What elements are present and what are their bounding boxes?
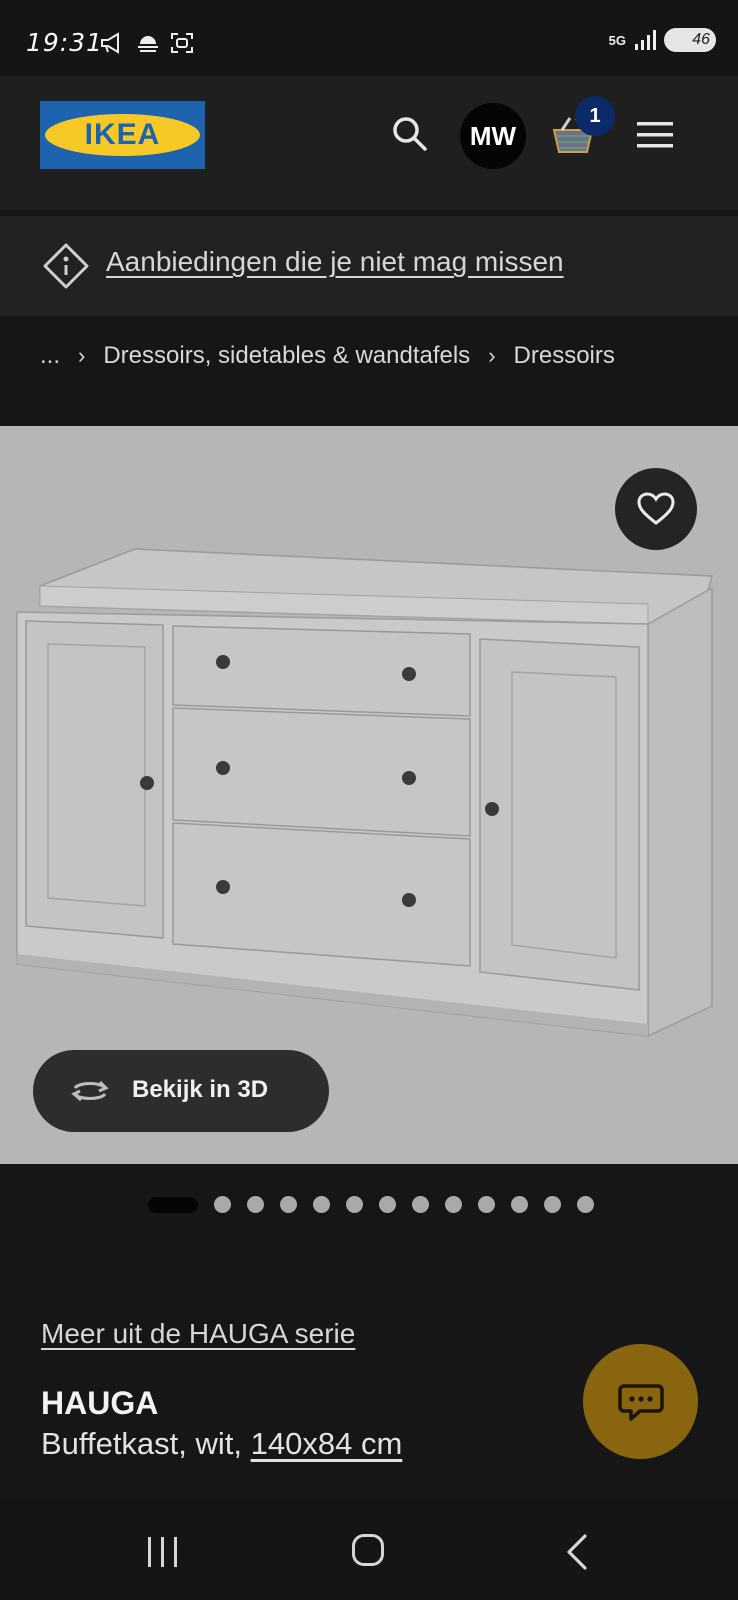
battery-indicator: 46 bbox=[664, 28, 716, 52]
battery-level: 46 bbox=[692, 31, 710, 48]
product-description: Buffetkast, wit, 140x84 cm bbox=[41, 1426, 402, 1462]
breadcrumb-ellipsis[interactable]: ... bbox=[40, 342, 60, 370]
carousel-dot[interactable] bbox=[577, 1196, 594, 1213]
favorite-button[interactable] bbox=[615, 468, 697, 550]
home-icon[interactable] bbox=[352, 1534, 384, 1566]
network-type: 5G bbox=[608, 32, 626, 48]
carousel-dot[interactable] bbox=[511, 1196, 528, 1213]
image-carousel-indicators bbox=[148, 1196, 594, 1213]
view-in-3d-button[interactable]: Bekijk in 3D bbox=[33, 1050, 329, 1132]
product-name: HAUGA bbox=[41, 1385, 159, 1421]
hamburger-menu-icon[interactable] bbox=[637, 120, 673, 150]
cloud-icon bbox=[138, 36, 158, 52]
user-avatar[interactable]: MW bbox=[460, 103, 526, 169]
cart-count-badge[interactable]: 1 bbox=[575, 96, 615, 136]
series-link[interactable]: Meer uit de HAUGA serie bbox=[41, 1318, 355, 1350]
carousel-dot[interactable] bbox=[412, 1196, 429, 1213]
carousel-dot[interactable] bbox=[247, 1196, 264, 1213]
carousel-dot[interactable] bbox=[379, 1196, 396, 1213]
signal-icon bbox=[635, 30, 656, 50]
site-header: IKEA MW 1 bbox=[0, 76, 738, 210]
carousel-dot[interactable] bbox=[544, 1196, 561, 1213]
promo-link[interactable]: Aanbiedingen die je niet mag missen bbox=[106, 246, 564, 278]
back-icon[interactable] bbox=[565, 1534, 589, 1570]
view-in-3d-label: Bekijk in 3D bbox=[132, 1076, 269, 1103]
product-size-link[interactable]: 140x84 cm bbox=[251, 1426, 403, 1461]
ikea-logo[interactable]: IKEA bbox=[40, 101, 205, 169]
recent-apps-icon[interactable] bbox=[146, 1536, 180, 1568]
carousel-dot[interactable] bbox=[313, 1196, 330, 1213]
breadcrumb-item-category[interactable]: Dressoirs, sidetables & wandtafels bbox=[103, 342, 470, 370]
carousel-dot[interactable] bbox=[478, 1196, 495, 1213]
tag-icon bbox=[43, 243, 89, 289]
screenshot-icon bbox=[171, 33, 193, 53]
status-notification-icons bbox=[100, 32, 194, 54]
megaphone-icon bbox=[101, 32, 119, 54]
carousel-dot[interactable] bbox=[280, 1196, 297, 1213]
heart-icon bbox=[637, 492, 675, 525]
logo-oval: IKEA bbox=[45, 114, 200, 156]
chat-button[interactable] bbox=[583, 1344, 698, 1459]
chevron-right-icon: › bbox=[78, 343, 86, 368]
status-system-icons: 5G 46 bbox=[609, 28, 716, 52]
carousel-dot[interactable] bbox=[346, 1196, 363, 1213]
status-bar: 19:31 5G 46 bbox=[0, 0, 738, 76]
breadcrumb: ... › Dressoirs, sidetables & wandtafels… bbox=[0, 316, 738, 426]
logo-text: IKEA bbox=[84, 118, 161, 151]
product-type: Buffetkast, wit, bbox=[41, 1426, 243, 1461]
breadcrumb-row: ... › Dressoirs, sidetables & wandtafels… bbox=[40, 342, 615, 370]
chat-icon bbox=[617, 1383, 664, 1421]
system-navigation-bar bbox=[0, 1500, 738, 1600]
chevron-right-icon: › bbox=[488, 343, 496, 368]
carousel-dot[interactable] bbox=[214, 1196, 231, 1213]
status-time: 19:31 bbox=[26, 28, 104, 57]
carousel-dot[interactable] bbox=[445, 1196, 462, 1213]
rotate-3d-icon bbox=[71, 1080, 109, 1102]
carousel-dot-active[interactable] bbox=[148, 1196, 198, 1213]
search-icon[interactable] bbox=[390, 114, 430, 154]
promo-banner[interactable]: Aanbiedingen die je niet mag missen bbox=[0, 216, 738, 316]
breadcrumb-item-current[interactable]: Dressoirs bbox=[514, 342, 615, 370]
